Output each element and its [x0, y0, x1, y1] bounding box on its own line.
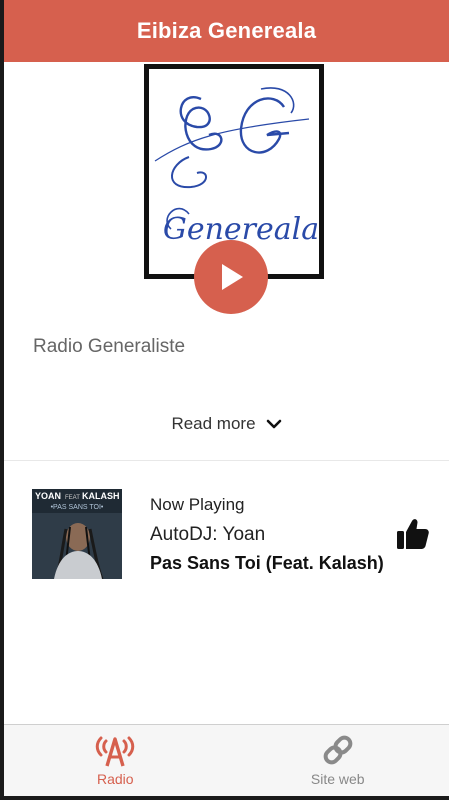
tab-radio-label: Radio: [96, 771, 134, 787]
page-title: Eibiza Genereala: [136, 18, 317, 43]
now-playing-label: Now Playing: [150, 495, 245, 514]
bottom-tab-bar: Radio Site web: [4, 724, 449, 797]
read-more-label: Read more: [171, 414, 256, 433]
now-playing-title: Pas Sans Toi (Feat. Kalash): [150, 553, 384, 573]
link-icon: [323, 735, 353, 765]
radio-tower-icon: [96, 736, 135, 767]
window-frame-bottom: [0, 796, 449, 800]
now-playing-artist: AutoDJ: Yoan: [150, 524, 266, 545]
play-icon: [222, 264, 243, 290]
app-header: Eibiza Genereala: [4, 0, 449, 62]
tab-radio[interactable]: Radio: [4, 725, 227, 797]
album-feat-text: FEAT: [65, 495, 80, 501]
thumbs-up-icon: [397, 519, 429, 549]
tab-site-web[interactable]: Site web: [227, 725, 449, 797]
tab-site-web-label: Site web: [310, 771, 365, 787]
window-frame-left: [0, 0, 4, 800]
read-more-button[interactable]: Read more: [0, 414, 449, 434]
album-title-text: •PAS SANS TOI•: [51, 504, 104, 511]
album-feat-artist-text: KALASH: [82, 491, 120, 501]
like-button[interactable]: [395, 515, 431, 551]
play-button[interactable]: [194, 240, 268, 314]
station-description: Radio Generaliste: [33, 336, 186, 357]
album-artist-text: YOAN: [35, 491, 61, 501]
album-art: YOAN FEAT KALASH •PAS SANS TOI•: [32, 489, 122, 579]
section-divider: [4, 460, 449, 461]
chevron-down-icon: [266, 419, 281, 429]
